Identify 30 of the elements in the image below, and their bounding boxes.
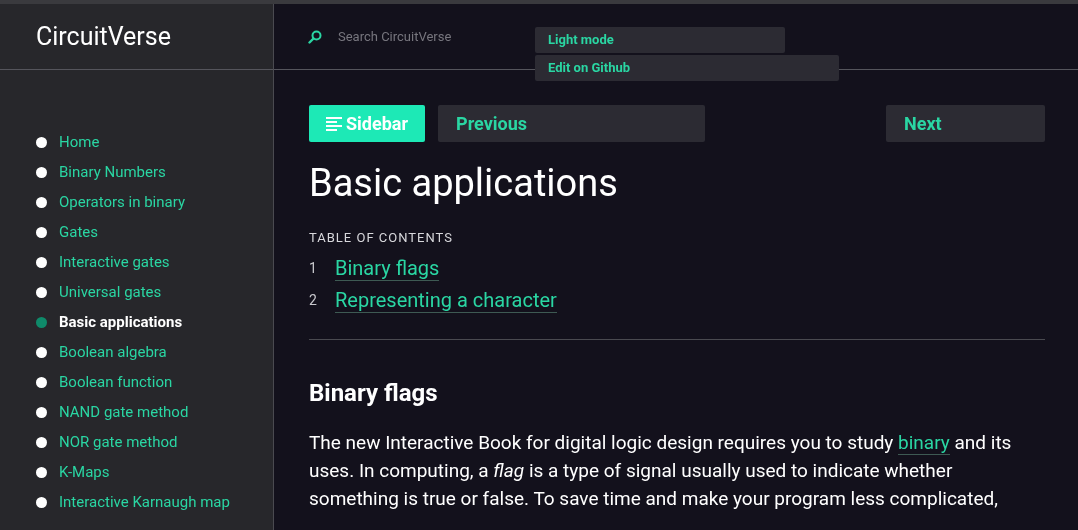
sidebar-item[interactable]: Operators in binary bbox=[59, 190, 185, 214]
toc-link[interactable]: Representing a character bbox=[335, 287, 557, 313]
page-title: Basic applications bbox=[309, 160, 619, 207]
previous-button[interactable]: Previous bbox=[438, 105, 706, 142]
brand-logo[interactable]: CircuitVerse bbox=[36, 17, 171, 56]
menu-item[interactable]: Light mode bbox=[535, 27, 785, 53]
sidebar-item[interactable]: Home bbox=[59, 130, 100, 154]
sidebar-item[interactable]: Boolean function bbox=[59, 370, 173, 394]
sidebar-item[interactable]: Boolean algebra bbox=[59, 340, 167, 364]
search-icon bbox=[308, 29, 322, 44]
toc-link[interactable]: Binary flags bbox=[335, 255, 440, 281]
binary-link[interactable]: binary bbox=[898, 430, 950, 455]
toc-number: 1 bbox=[309, 258, 318, 278]
sidebar-item[interactable]: Interactive gates bbox=[59, 250, 170, 274]
sidebar-item[interactable]: Basic applications bbox=[59, 310, 183, 334]
paragraph: The new Interactive Book for digital logic design requires you to study binary and its uses. In computing, a flag is a type of signal usually used to indicate whether something is true or false. To save time and make your program less complicated, bbox=[309, 429, 1013, 512]
search-field[interactable]: Search CircuitVerse bbox=[338, 26, 518, 47]
sidebar-item[interactable]: Interactive Karnaugh map bbox=[59, 490, 230, 514]
sidebar-item[interactable]: NOR gate method bbox=[59, 430, 178, 454]
sidebar-item[interactable]: Gates bbox=[59, 220, 98, 244]
next-button[interactable]: Next bbox=[886, 105, 1045, 142]
sidebar-item[interactable]: Binary Numbers bbox=[59, 160, 166, 184]
sidebar-item[interactable]: NAND gate method bbox=[59, 400, 189, 424]
toc-heading: TABLE OF CONTENTS bbox=[309, 229, 454, 247]
sidebar-item[interactable]: K-Maps bbox=[59, 460, 110, 484]
menu-icon bbox=[326, 116, 342, 131]
toc-number: 2 bbox=[309, 290, 318, 310]
menu-item[interactable]: Edit on Github bbox=[535, 55, 839, 81]
sidebar-item[interactable]: Universal gates bbox=[59, 280, 162, 304]
section-heading: Binary flags bbox=[309, 377, 439, 409]
